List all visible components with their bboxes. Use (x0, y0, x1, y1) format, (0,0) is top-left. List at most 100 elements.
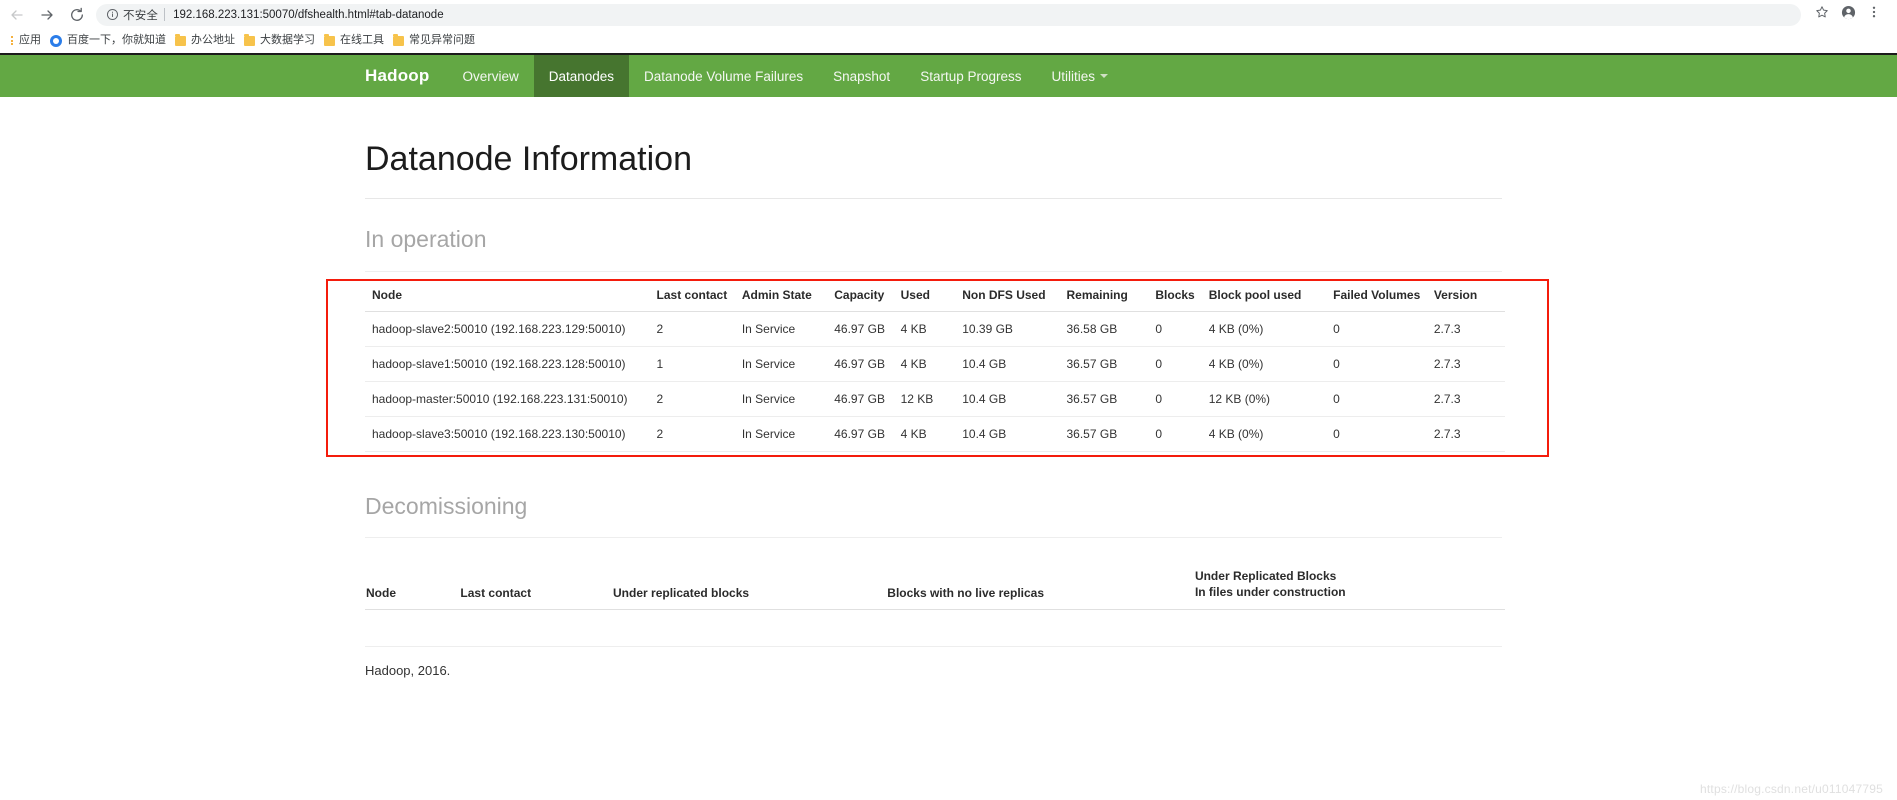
cell-admin-state: In Service (741, 381, 835, 417)
table-row: hadoop-slave2:50010 (192.168.223.129:500… (365, 311, 1505, 347)
bookmark-office-address[interactable]: 办公地址 (173, 30, 242, 52)
bookmark-baidu[interactable]: 百度一下，你就知道 (48, 30, 173, 52)
back-button[interactable] (2, 2, 32, 28)
column-header-admin-state[interactable]: Admin State (741, 278, 835, 312)
in-operation-table-wrapper: Node Last contact Admin State Capacity U… (326, 278, 1549, 457)
cell-capacity: 46.97 GB (834, 381, 901, 417)
column-header-version[interactable]: Version (1433, 278, 1505, 312)
cell-used: 4 KB (900, 346, 963, 382)
datanodes-table: Node Last contact Admin State Capacity U… (365, 278, 1505, 452)
omnibox-divider (164, 8, 166, 21)
column-header-used[interactable]: Used (900, 278, 963, 312)
bookmark-label: 办公地址 (191, 34, 235, 46)
cell-capacity: 46.97 GB (834, 416, 901, 452)
column-header-node[interactable]: Node (365, 559, 461, 611)
cell-version: 2.7.3 (1433, 381, 1505, 417)
table-row: hadoop-master:50010 (192.168.223.131:500… (365, 381, 1505, 417)
cell-blocks: 0 (1155, 311, 1209, 347)
cell-failed-volumes: 0 (1333, 311, 1434, 347)
cell-non-dfs-used: 10.4 GB (962, 381, 1067, 417)
cell-admin-state: In Service (741, 311, 835, 347)
brand-hadoop[interactable]: Hadoop (365, 55, 447, 97)
bookmark-star-button[interactable] (1809, 3, 1835, 27)
urb-header-line-1: Under Replicated Blocks (1194, 568, 1337, 583)
column-header-under-replicated-blocks[interactable]: Under replicated blocks (613, 559, 888, 611)
cell-last-contact: 2 (656, 381, 742, 417)
folder-icon (244, 33, 255, 46)
cell-non-dfs-used: 10.4 GB (962, 416, 1067, 452)
nav-item-datanode-volume-failures[interactable]: Datanode Volume Failures (629, 55, 818, 97)
cell-used: 4 KB (900, 416, 963, 452)
cell-remaining: 36.57 GB (1066, 346, 1156, 382)
profile-avatar-icon (1841, 5, 1856, 25)
cell-node[interactable]: hadoop-master:50010 (192.168.223.131:500… (365, 381, 657, 417)
page-content: Datanode Information In operation Node L… (0, 140, 1897, 679)
bookmark-label: 在线工具 (340, 34, 384, 46)
cell-blocks: 0 (1155, 346, 1209, 382)
column-header-under-replicated-in-construction[interactable]: Under Replicated Blocks In files under c… (1194, 559, 1505, 611)
cell-last-contact: 2 (656, 416, 742, 452)
reload-button[interactable] (62, 2, 92, 28)
cell-node[interactable]: hadoop-slave1:50010 (192.168.223.128:500… (365, 346, 657, 382)
nav-item-startup-progress[interactable]: Startup Progress (905, 55, 1036, 97)
browser-toolbar: 不安全 192.168.223.131:50070/dfshealth.html… (0, 0, 1897, 29)
nav-item-datanodes[interactable]: Datanodes (533, 55, 630, 97)
column-header-capacity[interactable]: Capacity (834, 278, 901, 312)
column-header-non-dfs-used[interactable]: Non DFS Used (962, 278, 1067, 312)
column-header-blocks-no-live-replicas[interactable]: Blocks with no live replicas (887, 559, 1195, 611)
column-header-node[interactable]: Node (365, 278, 657, 312)
bookmarks-bar: 应用 百度一下，你就知道 办公地址 大数据学习 在线工具 常见异常问题 (0, 29, 1897, 53)
urb-header-line-2: In files under construction (1194, 585, 1346, 600)
browser-menu-button[interactable] (1861, 3, 1887, 27)
forward-button[interactable] (32, 2, 62, 28)
folder-icon (393, 33, 404, 46)
cell-last-contact: 2 (656, 311, 742, 347)
cell-non-dfs-used: 10.39 GB (962, 311, 1067, 347)
column-header-last-contact[interactable]: Last contact (656, 278, 742, 312)
cell-failed-volumes: 0 (1333, 416, 1434, 452)
section-title-decommissioning: Decomissioning (365, 492, 528, 519)
nav-item-snapshot[interactable]: Snapshot (818, 55, 905, 97)
forward-arrow-icon (39, 7, 55, 23)
nav-item-utilities[interactable]: Utilities (1036, 55, 1123, 97)
nav-item-utilities-label: Utilities (1051, 68, 1095, 84)
folder-icon (175, 33, 186, 46)
cell-used: 12 KB (900, 381, 963, 417)
cell-block-pool-used: 12 KB (0%) (1208, 381, 1334, 417)
bookmark-bigdata-study[interactable]: 大数据学习 (242, 30, 322, 52)
cell-node[interactable]: hadoop-slave3:50010 (192.168.223.130:500… (365, 416, 657, 452)
address-bar[interactable]: 不安全 192.168.223.131:50070/dfshealth.html… (96, 3, 1801, 26)
cell-blocks: 0 (1155, 381, 1209, 417)
watermark-text: https://blog.csdn.net/u011047795 (1700, 782, 1883, 796)
column-header-last-contact[interactable]: Last contact (460, 559, 614, 611)
cell-remaining: 36.58 GB (1066, 311, 1156, 347)
title-divider (365, 198, 1502, 200)
nav-item-overview[interactable]: Overview (447, 55, 533, 97)
folder-icon (324, 33, 335, 46)
three-dot-menu-icon (1867, 5, 1881, 24)
bookmark-common-issues[interactable]: 常见异常问题 (391, 30, 482, 52)
cell-version: 2.7.3 (1433, 311, 1505, 347)
bookmark-apps[interactable]: 应用 (3, 30, 48, 52)
security-status-label: 不安全 (123, 9, 159, 22)
column-header-block-pool-used[interactable]: Block pool used (1208, 278, 1334, 312)
chevron-down-icon (1100, 74, 1108, 78)
info-circle-icon[interactable] (106, 8, 119, 21)
back-arrow-icon (9, 7, 25, 23)
profile-button[interactable] (1835, 3, 1861, 27)
bookmark-star-icon (1815, 5, 1829, 24)
column-header-remaining[interactable]: Remaining (1066, 278, 1156, 312)
cell-blocks: 0 (1155, 416, 1209, 452)
column-header-failed-volumes[interactable]: Failed Volumes (1333, 278, 1434, 312)
column-header-blocks[interactable]: Blocks (1155, 278, 1209, 312)
decommissioning-table: Node Last contact Under replicated block… (365, 559, 1505, 611)
cell-used: 4 KB (900, 311, 963, 347)
cell-node[interactable]: hadoop-slave2:50010 (192.168.223.129:500… (365, 311, 657, 347)
hadoop-navbar: Hadoop Overview Datanodes Datanode Volum… (0, 53, 1897, 97)
bookmark-online-tools[interactable]: 在线工具 (322, 30, 391, 52)
cell-version: 2.7.3 (1433, 416, 1505, 452)
decommissioning-divider (365, 536, 1502, 538)
cell-failed-volumes: 0 (1333, 346, 1434, 382)
in-operation-divider (365, 270, 1502, 272)
table-row: hadoop-slave3:50010 (192.168.223.130:500… (365, 416, 1505, 452)
